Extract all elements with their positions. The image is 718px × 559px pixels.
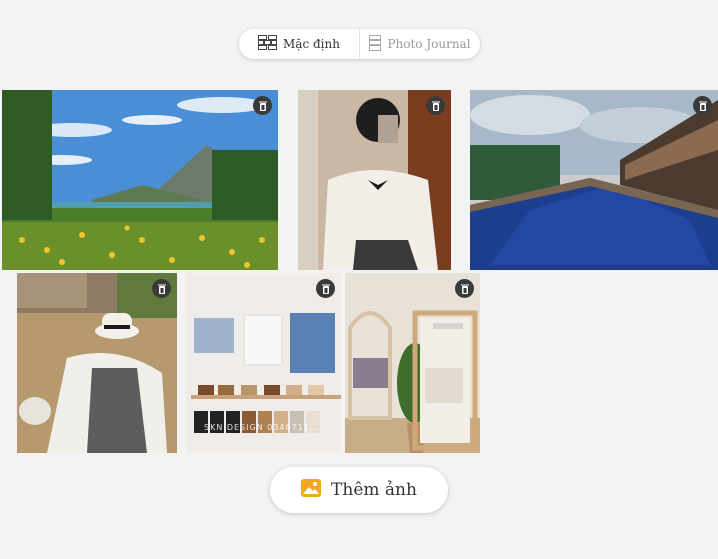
delete-photo-button[interactable] xyxy=(455,279,474,298)
add-photo-button[interactable]: Thêm ảnh xyxy=(270,467,448,513)
delete-photo-button[interactable] xyxy=(316,279,335,298)
meadow-photo xyxy=(2,90,278,270)
add-photo-label: Thêm ảnh xyxy=(331,480,417,500)
layout-default-label: Mặc định xyxy=(283,37,340,51)
delete-photo-button[interactable] xyxy=(426,96,445,115)
trash-icon xyxy=(431,96,440,115)
photo-tile[interactable] xyxy=(2,90,278,270)
photo-tile[interactable] xyxy=(470,90,718,270)
selfie-photo xyxy=(298,90,451,270)
layout-journal-option[interactable]: Photo Journal xyxy=(359,29,480,59)
girl-hat-photo xyxy=(17,273,177,453)
photo-watermark: SKN DESIGN 0348711... xyxy=(204,423,321,432)
trash-icon xyxy=(460,279,469,298)
photo-tile[interactable] xyxy=(17,273,177,453)
layout-journal-label: Photo Journal xyxy=(387,37,471,51)
grid-layout-icon xyxy=(258,35,278,53)
image-icon xyxy=(301,478,322,502)
trash-icon xyxy=(258,96,267,115)
delete-photo-button[interactable] xyxy=(152,279,171,298)
photo-tile[interactable] xyxy=(345,273,480,453)
photo-tile[interactable] xyxy=(298,90,451,270)
trash-icon xyxy=(157,279,166,298)
boutique-photo xyxy=(345,273,480,453)
pool-photo xyxy=(470,90,718,270)
layout-default-option[interactable]: Mặc định xyxy=(239,29,359,59)
trash-icon xyxy=(321,279,330,298)
photo-tile[interactable]: SKN DESIGN 0348711... xyxy=(186,273,341,453)
trash-icon xyxy=(698,96,707,115)
delete-photo-button[interactable] xyxy=(253,96,272,115)
journal-layout-icon xyxy=(369,34,382,54)
delete-photo-button[interactable] xyxy=(693,96,712,115)
layout-toggle: Mặc định Photo Journal xyxy=(239,29,480,59)
